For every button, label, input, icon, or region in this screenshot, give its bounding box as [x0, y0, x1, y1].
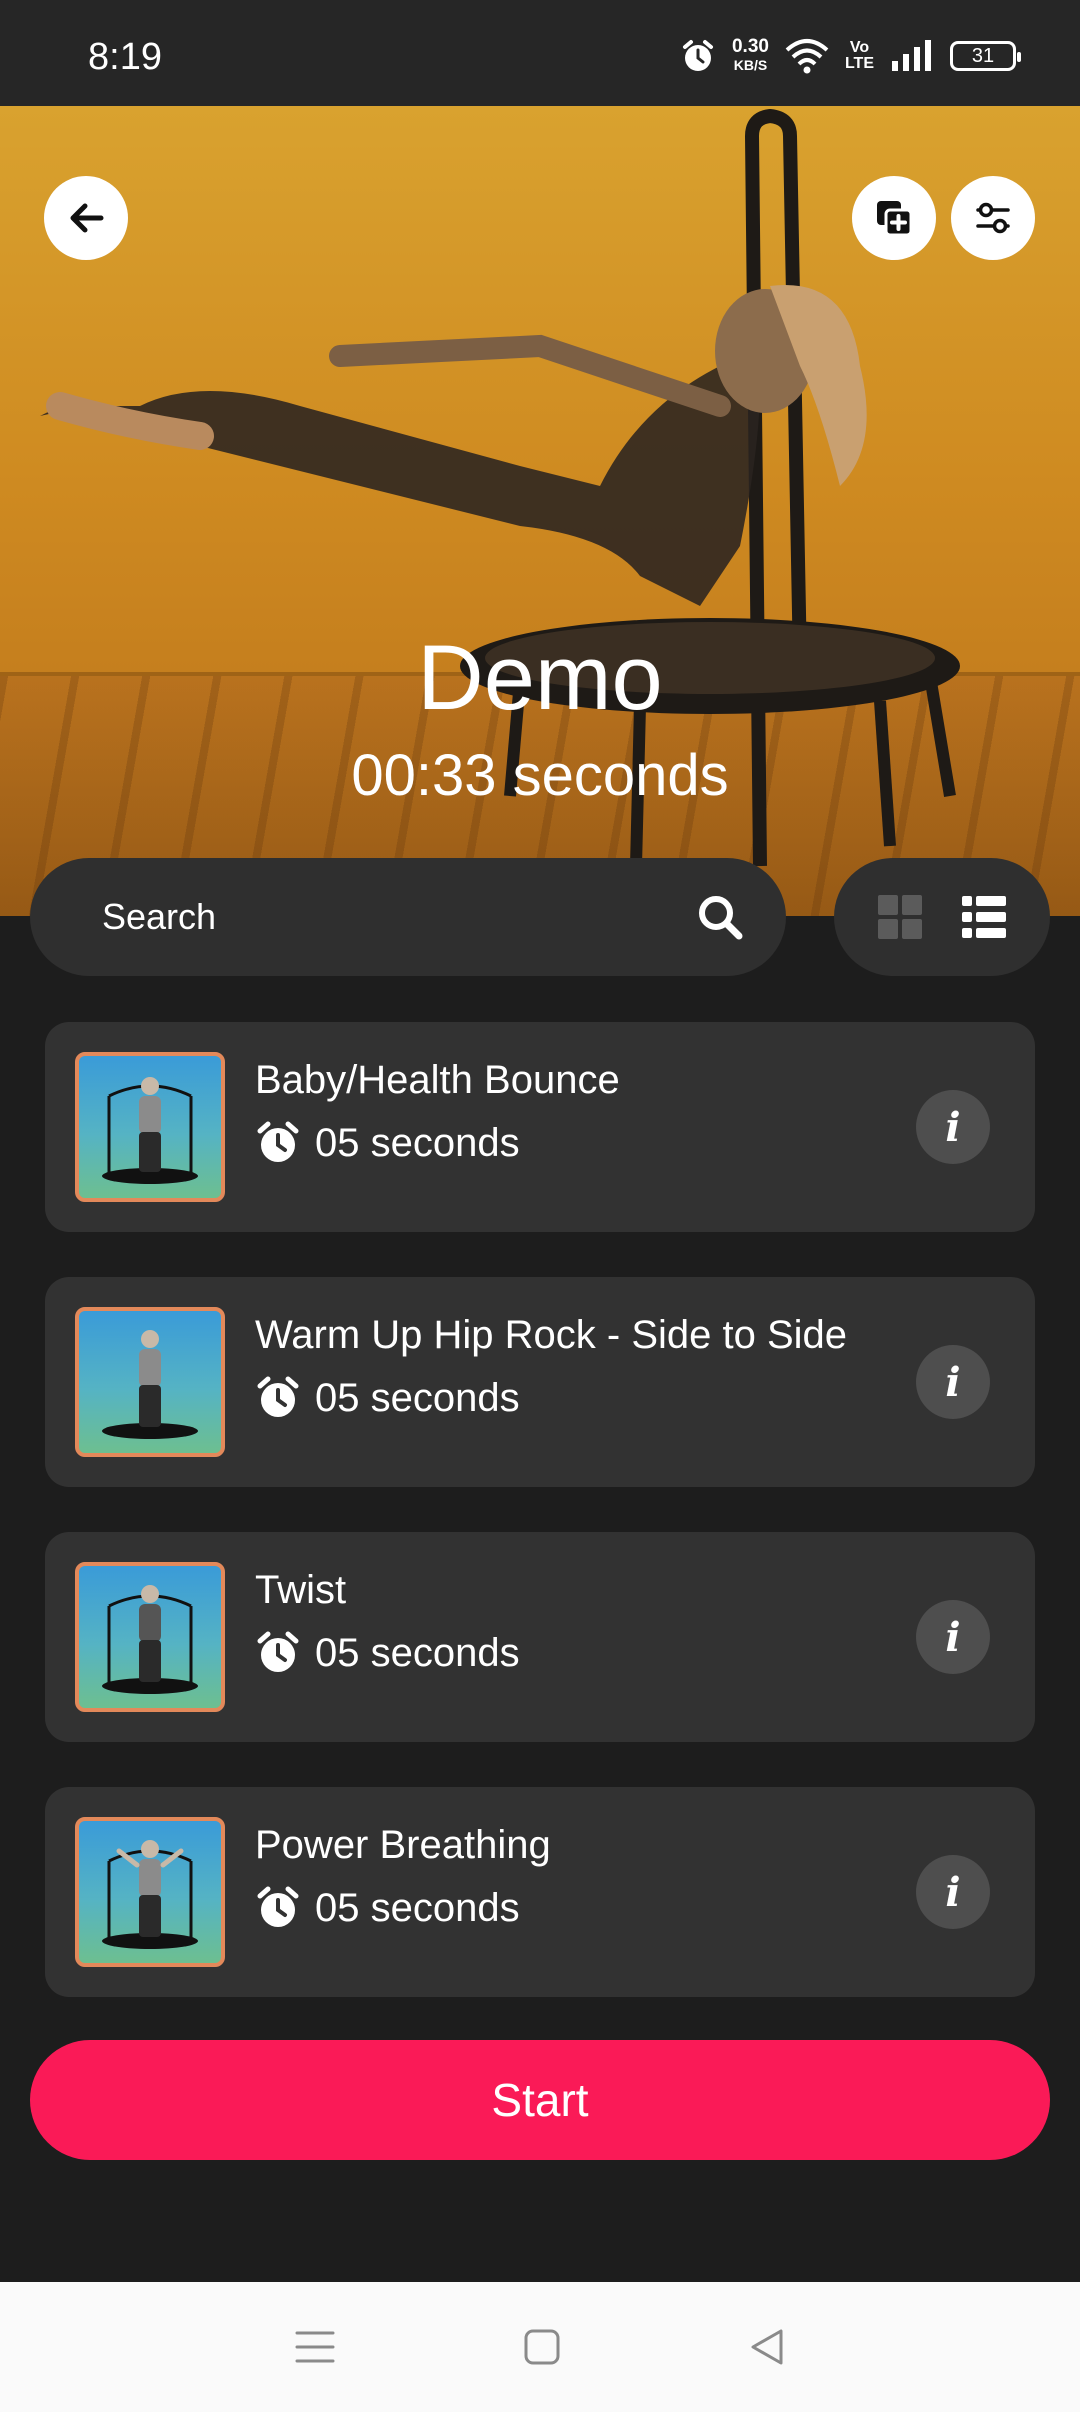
status-bar: 8:19 0.30 KB/S Vo LTE 31 — [0, 0, 1080, 106]
exercise-title: Power Breathing — [255, 1823, 551, 1867]
exercise-duration: 05 seconds — [255, 1630, 520, 1676]
exercise-thumbnail — [75, 1562, 225, 1712]
hero-banner: Demo 00:33 seconds — [0, 106, 1080, 916]
exercise-duration-text: 05 seconds — [315, 1375, 520, 1420]
alarm-clock-icon — [257, 1376, 299, 1417]
exercise-duration: 05 seconds — [255, 1375, 520, 1421]
exercise-thumbnail — [75, 1307, 225, 1457]
exercise-duration-text: 05 seconds — [315, 1630, 520, 1675]
alarm-clock-icon — [257, 1631, 299, 1672]
signal-icon — [892, 40, 931, 71]
grid-icon[interactable] — [876, 893, 924, 941]
exercise-duration: 05 seconds — [255, 1885, 520, 1931]
exercise-duration-text: 05 seconds — [315, 1885, 520, 1930]
trampoline-figure-icon — [102, 1077, 198, 1184]
exercise-card[interactable]: Power Breathing 05 seconds i — [45, 1787, 1035, 1997]
exercise-card[interactable]: Twist 05 seconds i — [45, 1532, 1035, 1742]
workout-duration: 00:33 seconds — [351, 743, 729, 808]
exercise-title: Twist — [255, 1568, 347, 1612]
exercise-card[interactable]: Baby/Health Bounce 05 seconds i — [45, 1022, 1035, 1232]
info-icon[interactable]: i — [916, 1090, 990, 1164]
trampoline-figure-icon — [102, 1330, 198, 1439]
workout-title: Demo — [417, 627, 663, 729]
exercise-duration-text: 05 seconds — [315, 1120, 520, 1165]
volte-indicator: Vo LTE — [844, 39, 874, 72]
net-speed: 0.30 KB/S — [731, 36, 769, 73]
add-copy-icon — [877, 201, 913, 237]
battery-indicator: 31 — [950, 41, 1021, 71]
search-input[interactable]: Search — [102, 896, 696, 938]
search-icon[interactable] — [696, 893, 744, 941]
alarm-icon — [682, 40, 713, 71]
exercise-thumbnail — [75, 1052, 225, 1202]
trampoline-figure-icon — [102, 1840, 198, 1949]
exercise-thumbnail — [75, 1817, 225, 1967]
exercise-title: Baby/Health Bounce — [255, 1058, 620, 1102]
arrow-left-icon — [70, 203, 104, 233]
status-icons: 0.30 KB/S Vo LTE 31 — [680, 34, 1021, 78]
status-time: 8:19 — [88, 36, 162, 78]
alarm-clock-icon — [257, 1121, 299, 1162]
exercise-card[interactable]: Warm Up Hip Rock - Side to Side 05 secon… — [45, 1277, 1035, 1487]
back-nav-icon[interactable] — [747, 2327, 787, 2367]
trampoline-figure-icon — [102, 1585, 198, 1694]
search-bar[interactable]: Search — [30, 858, 786, 976]
view-toggle — [834, 858, 1050, 976]
alarm-clock-icon — [257, 1886, 299, 1927]
info-icon[interactable]: i — [916, 1345, 990, 1419]
sliders-icon — [976, 202, 1010, 234]
exercise-duration: 05 seconds — [255, 1120, 520, 1166]
filter-settings-button[interactable] — [951, 176, 1035, 260]
add-copy-button[interactable] — [852, 176, 936, 260]
info-icon[interactable]: i — [916, 1600, 990, 1674]
wifi-icon — [785, 39, 829, 74]
system-nav-bar — [0, 2282, 1080, 2412]
list-icon[interactable] — [960, 893, 1008, 941]
home-icon[interactable] — [522, 2327, 562, 2367]
back-button[interactable] — [44, 176, 128, 260]
start-button[interactable]: Start — [30, 2040, 1050, 2160]
menu-icon[interactable] — [293, 2327, 337, 2367]
info-icon[interactable]: i — [916, 1855, 990, 1929]
exercise-title: Warm Up Hip Rock - Side to Side — [255, 1313, 848, 1357]
